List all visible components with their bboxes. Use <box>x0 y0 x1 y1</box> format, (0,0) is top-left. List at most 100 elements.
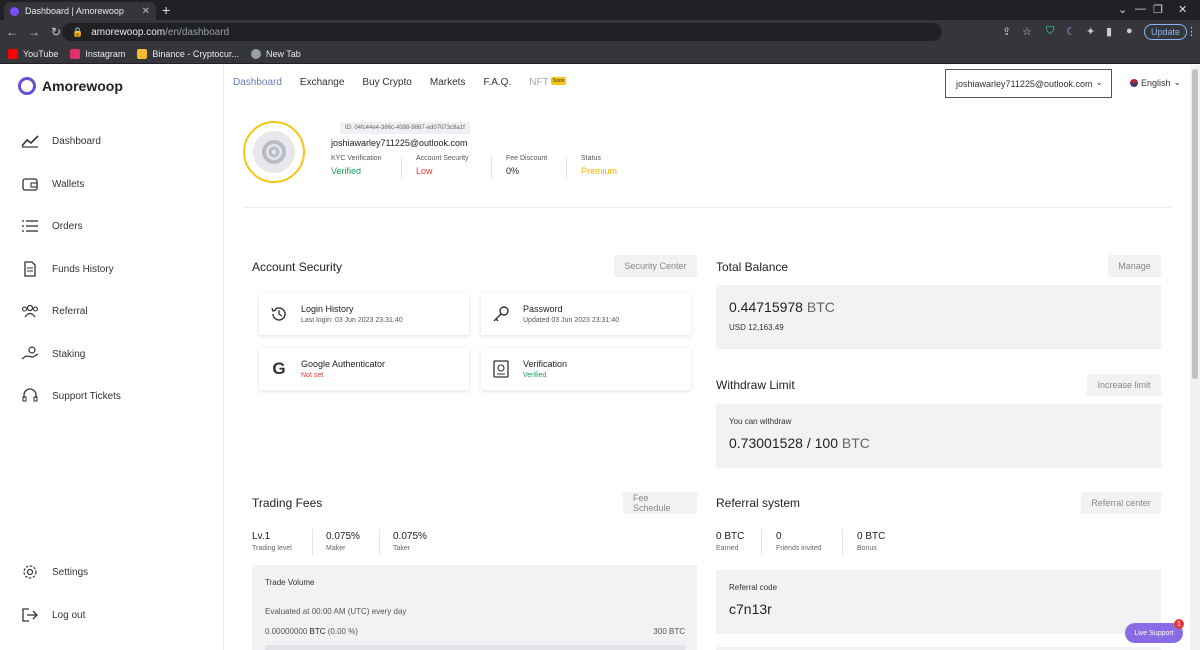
lock-icon: 🔒 <box>72 26 84 37</box>
history-icon <box>269 304 289 324</box>
bookmark-new-tab[interactable]: New Tab <box>250 48 301 59</box>
shield-extension-icon[interactable]: ⛉ <box>1046 25 1054 38</box>
balance-btc: 0.44715978 <box>729 299 803 315</box>
login-history-card[interactable]: Login History Last login: 03 Jun 2023 23:… <box>259 293 469 335</box>
account-email: joshiawarley711225@outlook.com <box>956 78 1093 89</box>
manage-button[interactable]: Manage <box>1108 255 1161 277</box>
sidebar-item-dashboard[interactable]: Dashboard <box>20 133 101 149</box>
menu-kebab-icon[interactable]: ⋮ <box>1186 25 1197 38</box>
chevron-down-icon: ⌄ <box>1095 77 1103 87</box>
verification-card[interactable]: Verification Verified <box>481 348 691 390</box>
bookmarks-bar: YouTube Instagram Binance - Cryptocur...… <box>0 44 1200 64</box>
sidebar-item-label: Funds History <box>52 263 114 275</box>
referral-friends-stat: 0 Friends invited <box>776 531 822 552</box>
sidepanel-icon[interactable]: ▮ <box>1106 25 1112 38</box>
minimize-icon[interactable]: — <box>1135 3 1146 15</box>
sidebar-item-label: Dashboard <box>52 135 101 147</box>
language-label: English <box>1141 77 1171 88</box>
trade-volume-current: 0.00000000 BTC (0.00 %) <box>265 627 358 636</box>
sidebar-item-orders[interactable]: Orders <box>20 218 83 234</box>
browser-tab[interactable]: Dashboard | Amorewoop ✕ <box>4 2 156 20</box>
trade-volume-box: Trade Volume Evaluated at 00:00 AM (UTC)… <box>252 565 697 650</box>
document-icon <box>20 261 40 277</box>
referral-code[interactable]: c7n13r <box>729 601 772 617</box>
extensions-icon[interactable]: ✦ <box>1086 25 1095 38</box>
top-navigation: Dashboard Exchange Buy Crypto Markets F.… <box>233 77 584 88</box>
address-bar[interactable]: 🔒 amorewoop.com/en/dashboard <box>62 23 942 41</box>
bookmark-instagram[interactable]: Instagram <box>70 48 125 59</box>
profile-icon[interactable]: ● <box>1126 25 1133 37</box>
globe-icon <box>250 48 261 59</box>
stat-account-security: Account Security Low <box>416 155 469 176</box>
youtube-icon <box>8 48 18 59</box>
referral-title: Referral system <box>716 496 801 510</box>
taker-fee-stat: 0.075% Taker <box>393 531 427 552</box>
brand-logo[interactable]: Amorewoop <box>18 77 123 95</box>
live-support-badge: 1 <box>1174 619 1184 629</box>
bookmark-youtube[interactable]: YouTube <box>8 48 58 59</box>
window-close-icon[interactable]: ✕ <box>1178 3 1187 16</box>
withdraw-label: You can withdraw <box>729 417 792 426</box>
withdraw-amount: 0.73001528 / 100 <box>729 435 838 451</box>
page-scrollbar[interactable] <box>1190 65 1200 650</box>
avatar-logo-icon <box>253 131 295 173</box>
sidebar-item-wallets[interactable]: Wallets <box>20 176 84 192</box>
security-center-button[interactable]: Security Center <box>614 255 697 277</box>
bookmark-binance[interactable]: Binance - Cryptocur... <box>137 48 239 59</box>
divider <box>243 207 1171 208</box>
sidebar-item-funds-history[interactable]: Funds History <box>20 261 114 277</box>
sidebar-item-settings[interactable]: Settings <box>20 564 88 580</box>
increase-limit-button[interactable]: Increase limit <box>1087 374 1161 396</box>
share-icon[interactable]: ⇪ <box>1002 25 1011 38</box>
trade-volume-progress <box>265 645 685 650</box>
page-content: Amorewoop Dashboard Wallets Orders Funds… <box>0 65 1190 650</box>
wallet-icon <box>20 176 40 192</box>
divider <box>842 529 843 555</box>
maker-fee-stat: 0.075% Maker <box>326 531 360 552</box>
bookmark-star-icon[interactable]: ☆ <box>1022 25 1032 38</box>
update-button[interactable]: Update <box>1144 24 1188 40</box>
sidebar-item-label: Wallets <box>52 178 85 190</box>
forward-icon[interactable]: → <box>24 25 44 39</box>
sidebar-item-referral[interactable]: Referral <box>20 303 88 319</box>
nav-markets[interactable]: Markets <box>430 77 466 88</box>
logout-icon <box>20 607 40 623</box>
nav-exchange[interactable]: Exchange <box>300 77 344 88</box>
nav-nft[interactable]: NFT Soon <box>529 77 567 88</box>
nav-faq[interactable]: F.A.Q. <box>483 77 511 88</box>
referral-center-button[interactable]: Referral center <box>1081 492 1161 514</box>
sidebar-item-logout[interactable]: Log out <box>20 607 85 623</box>
maximize-icon[interactable]: ❐ <box>1153 3 1163 16</box>
sidebar-item-label: Staking <box>52 348 86 360</box>
language-selector[interactable]: English ⌄ <box>1130 77 1181 88</box>
nav-buy-crypto[interactable]: Buy Crypto <box>362 77 411 88</box>
referral-code-label: Referral code <box>729 583 778 592</box>
stat-kyc: KYC Verification Verified <box>331 155 382 176</box>
chevron-down-icon[interactable]: ⌄ <box>1118 3 1127 16</box>
account-selector[interactable]: joshiawarley711225@outlook.com ⌄ <box>945 69 1112 98</box>
users-icon <box>20 303 40 319</box>
google-authenticator-card[interactable]: G Google Authenticator Not set <box>259 348 469 390</box>
flag-icon <box>1130 78 1138 87</box>
divider <box>566 155 567 179</box>
password-card[interactable]: Password Updated 03 Jun 2023 23:31:40 <box>481 293 691 335</box>
brand-name: Amorewoop <box>42 78 123 94</box>
scrollbar-thumb[interactable] <box>1192 69 1198 379</box>
chevron-down-icon: ⌄ <box>1173 77 1182 87</box>
trading-fees-title: Trading Fees <box>252 496 323 510</box>
back-icon[interactable]: ← <box>2 25 22 39</box>
withdraw-box: You can withdraw 0.73001528 / 100 BTC <box>716 404 1161 468</box>
instagram-icon <box>70 48 81 59</box>
sidebar-item-label: Log out <box>52 609 86 621</box>
fee-schedule-button[interactable]: Fee Schedule <box>623 492 697 514</box>
stat-value: 0% <box>506 166 520 176</box>
nav-dashboard[interactable]: Dashboard <box>233 77 282 88</box>
sidebar-item-label: Settings <box>52 566 89 578</box>
moon-extension-icon[interactable]: ☾ <box>1066 25 1076 38</box>
new-tab-icon[interactable]: + <box>162 2 170 18</box>
amorewoop-logo-icon <box>18 77 36 95</box>
sidebar-item-staking[interactable]: Staking <box>20 346 85 362</box>
avatar <box>243 121 305 183</box>
sidebar-item-support-tickets[interactable]: Support Tickets <box>20 388 121 404</box>
close-tab-icon[interactable]: ✕ <box>142 6 150 17</box>
